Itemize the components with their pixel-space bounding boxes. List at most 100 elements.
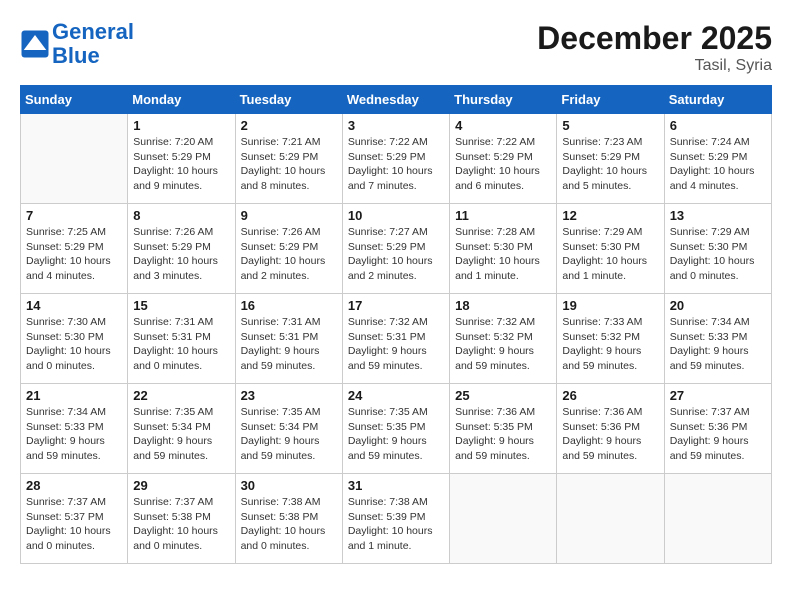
day-info: Sunrise: 7:35 AM Sunset: 5:34 PM Dayligh… xyxy=(241,405,337,464)
day-number: 21 xyxy=(26,388,122,403)
calendar-cell: 30 Sunrise: 7:38 AM Sunset: 5:38 PM Dayli… xyxy=(235,474,342,564)
day-info: Sunrise: 7:37 AM Sunset: 5:37 PM Dayligh… xyxy=(26,495,122,554)
calendar-cell: 14 Sunrise: 7:30 AM Sunset: 5:30 PM Dayli… xyxy=(21,294,128,384)
day-number: 2 xyxy=(241,118,337,133)
day-number: 7 xyxy=(26,208,122,223)
day-number: 16 xyxy=(241,298,337,313)
calendar-cell: 12 Sunrise: 7:29 AM Sunset: 5:30 PM Dayli… xyxy=(557,204,664,294)
day-number: 12 xyxy=(562,208,658,223)
day-info: Sunrise: 7:36 AM Sunset: 5:35 PM Dayligh… xyxy=(455,405,551,464)
calendar-cell: 3 Sunrise: 7:22 AM Sunset: 5:29 PM Daylig… xyxy=(342,114,449,204)
col-header-friday: Friday xyxy=(557,86,664,114)
col-header-tuesday: Tuesday xyxy=(235,86,342,114)
day-number: 9 xyxy=(241,208,337,223)
day-info: Sunrise: 7:34 AM Sunset: 5:33 PM Dayligh… xyxy=(670,315,766,374)
week-row-1: 1 Sunrise: 7:20 AM Sunset: 5:29 PM Daylig… xyxy=(21,114,772,204)
day-number: 26 xyxy=(562,388,658,403)
calendar-cell xyxy=(21,114,128,204)
week-row-5: 28Sunrise: 7:37 AM Sunset: 5:37 PM Dayli… xyxy=(21,474,772,564)
calendar-cell xyxy=(557,474,664,564)
col-header-monday: Monday xyxy=(128,86,235,114)
location: Tasil, Syria xyxy=(537,57,772,75)
calendar-cell: 26 Sunrise: 7:36 AM Sunset: 5:36 PM Dayli… xyxy=(557,384,664,474)
logo-line1: General xyxy=(52,19,134,44)
calendar-cell: 18Sunrise: 7:32 AM Sunset: 5:32 PM Dayli… xyxy=(450,294,557,384)
day-info: Sunrise: 7:24 AM Sunset: 5:29 PM Dayligh… xyxy=(670,135,766,194)
day-number: 14 xyxy=(26,298,122,313)
day-info: Sunrise: 7:27 AM Sunset: 5:29 PM Dayligh… xyxy=(348,225,444,284)
day-info: Sunrise: 7:38 AM Sunset: 5:39 PM Dayligh… xyxy=(348,495,444,554)
month-year: December 2025 xyxy=(537,20,772,57)
day-number: 19 xyxy=(562,298,658,313)
calendar-cell: 19 Sunrise: 7:33 AM Sunset: 5:32 PM Dayli… xyxy=(557,294,664,384)
day-info: Sunrise: 7:30 AM Sunset: 5:30 PM Dayligh… xyxy=(26,315,122,374)
day-number: 13 xyxy=(670,208,766,223)
logo: General Blue xyxy=(20,20,134,68)
calendar-cell: 13Sunrise: 7:29 AM Sunset: 5:30 PM Dayli… xyxy=(664,204,771,294)
day-number: 10 xyxy=(348,208,444,223)
calendar-cell: 27 Sunrise: 7:37 AM Sunset: 5:36 PM Dayli… xyxy=(664,384,771,474)
week-row-4: 21 Sunrise: 7:34 AM Sunset: 5:33 PM Dayli… xyxy=(21,384,772,474)
week-row-3: 14 Sunrise: 7:30 AM Sunset: 5:30 PM Dayli… xyxy=(21,294,772,384)
day-info: Sunrise: 7:23 AM Sunset: 5:29 PM Dayligh… xyxy=(562,135,658,194)
calendar-cell: 20 Sunrise: 7:34 AM Sunset: 5:33 PM Dayli… xyxy=(664,294,771,384)
day-number: 8 xyxy=(133,208,229,223)
day-info: Sunrise: 7:34 AM Sunset: 5:33 PM Dayligh… xyxy=(26,405,122,464)
calendar-cell xyxy=(664,474,771,564)
calendar-cell: 2 Sunrise: 7:21 AM Sunset: 5:29 PM Daylig… xyxy=(235,114,342,204)
calendar-cell: 5Sunrise: 7:23 AM Sunset: 5:29 PM Daylig… xyxy=(557,114,664,204)
day-info: Sunrise: 7:26 AM Sunset: 5:29 PM Dayligh… xyxy=(133,225,229,284)
day-number: 30 xyxy=(241,478,337,493)
day-info: Sunrise: 7:21 AM Sunset: 5:29 PM Dayligh… xyxy=(241,135,337,194)
day-number: 1 xyxy=(133,118,229,133)
calendar-cell: 6 Sunrise: 7:24 AM Sunset: 5:29 PM Daylig… xyxy=(664,114,771,204)
day-number: 6 xyxy=(670,118,766,133)
day-info: Sunrise: 7:35 AM Sunset: 5:35 PM Dayligh… xyxy=(348,405,444,464)
calendar-cell: 4 Sunrise: 7:22 AM Sunset: 5:29 PM Daylig… xyxy=(450,114,557,204)
calendar-cell: 31Sunrise: 7:38 AM Sunset: 5:39 PM Dayli… xyxy=(342,474,449,564)
day-number: 4 xyxy=(455,118,551,133)
day-number: 27 xyxy=(670,388,766,403)
day-info: Sunrise: 7:22 AM Sunset: 5:29 PM Dayligh… xyxy=(455,135,551,194)
day-info: Sunrise: 7:36 AM Sunset: 5:36 PM Dayligh… xyxy=(562,405,658,464)
calendar-cell: 28Sunrise: 7:37 AM Sunset: 5:37 PM Dayli… xyxy=(21,474,128,564)
calendar-cell: 23Sunrise: 7:35 AM Sunset: 5:34 PM Dayli… xyxy=(235,384,342,474)
day-info: Sunrise: 7:35 AM Sunset: 5:34 PM Dayligh… xyxy=(133,405,229,464)
day-info: Sunrise: 7:37 AM Sunset: 5:36 PM Dayligh… xyxy=(670,405,766,464)
day-number: 22 xyxy=(133,388,229,403)
day-info: Sunrise: 7:31 AM Sunset: 5:31 PM Dayligh… xyxy=(241,315,337,374)
day-info: Sunrise: 7:37 AM Sunset: 5:38 PM Dayligh… xyxy=(133,495,229,554)
day-info: Sunrise: 7:33 AM Sunset: 5:32 PM Dayligh… xyxy=(562,315,658,374)
week-row-2: 7 Sunrise: 7:25 AM Sunset: 5:29 PM Daylig… xyxy=(21,204,772,294)
day-number: 25 xyxy=(455,388,551,403)
calendar-cell: 22 Sunrise: 7:35 AM Sunset: 5:34 PM Dayli… xyxy=(128,384,235,474)
calendar-cell: 24 Sunrise: 7:35 AM Sunset: 5:35 PM Dayli… xyxy=(342,384,449,474)
calendar-cell: 9 Sunrise: 7:26 AM Sunset: 5:29 PM Daylig… xyxy=(235,204,342,294)
calendar-cell: 11Sunrise: 7:28 AM Sunset: 5:30 PM Dayli… xyxy=(450,204,557,294)
page-header: General Blue December 2025 Tasil, Syria xyxy=(20,20,772,75)
day-info: Sunrise: 7:22 AM Sunset: 5:29 PM Dayligh… xyxy=(348,135,444,194)
day-info: Sunrise: 7:20 AM Sunset: 5:29 PM Dayligh… xyxy=(133,135,229,194)
calendar-cell: 25 Sunrise: 7:36 AM Sunset: 5:35 PM Dayli… xyxy=(450,384,557,474)
calendar-cell: 7 Sunrise: 7:25 AM Sunset: 5:29 PM Daylig… xyxy=(21,204,128,294)
calendar-cell: 16 Sunrise: 7:31 AM Sunset: 5:31 PM Dayli… xyxy=(235,294,342,384)
calendar-cell: 8 Sunrise: 7:26 AM Sunset: 5:29 PM Daylig… xyxy=(128,204,235,294)
header-row: SundayMondayTuesdayWednesdayThursdayFrid… xyxy=(21,86,772,114)
day-info: Sunrise: 7:38 AM Sunset: 5:38 PM Dayligh… xyxy=(241,495,337,554)
calendar-cell: 21 Sunrise: 7:34 AM Sunset: 5:33 PM Dayli… xyxy=(21,384,128,474)
day-number: 20 xyxy=(670,298,766,313)
day-info: Sunrise: 7:26 AM Sunset: 5:29 PM Dayligh… xyxy=(241,225,337,284)
calendar-cell: 15Sunrise: 7:31 AM Sunset: 5:31 PM Dayli… xyxy=(128,294,235,384)
day-info: Sunrise: 7:31 AM Sunset: 5:31 PM Dayligh… xyxy=(133,315,229,374)
day-info: Sunrise: 7:32 AM Sunset: 5:31 PM Dayligh… xyxy=(348,315,444,374)
calendar-cell xyxy=(450,474,557,564)
day-info: Sunrise: 7:28 AM Sunset: 5:30 PM Dayligh… xyxy=(455,225,551,284)
col-header-saturday: Saturday xyxy=(664,86,771,114)
day-info: Sunrise: 7:29 AM Sunset: 5:30 PM Dayligh… xyxy=(562,225,658,284)
day-info: Sunrise: 7:25 AM Sunset: 5:29 PM Dayligh… xyxy=(26,225,122,284)
day-number: 18 xyxy=(455,298,551,313)
day-number: 3 xyxy=(348,118,444,133)
day-number: 24 xyxy=(348,388,444,403)
col-header-sunday: Sunday xyxy=(21,86,128,114)
calendar-cell: 17Sunrise: 7:32 AM Sunset: 5:31 PM Dayli… xyxy=(342,294,449,384)
